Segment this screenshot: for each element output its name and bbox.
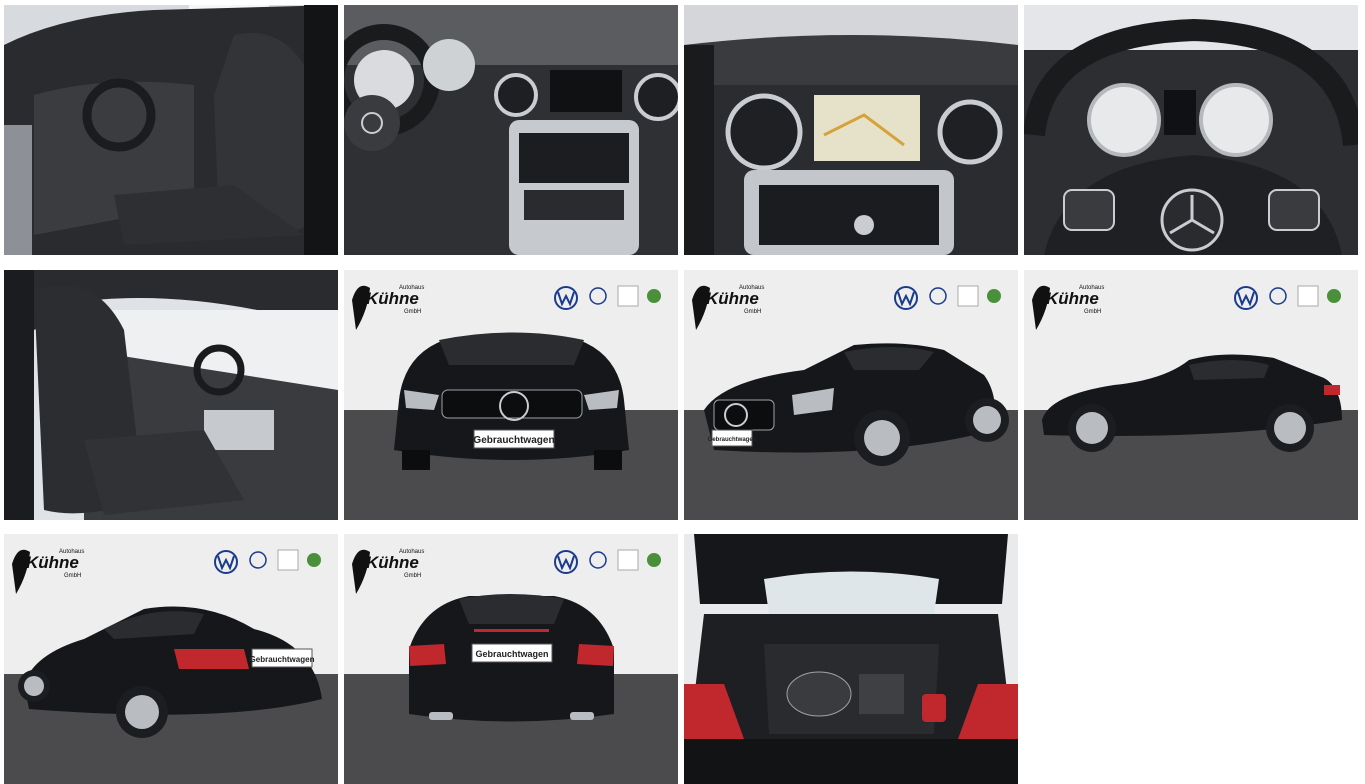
svg-text:Kühne: Kühne [366, 289, 419, 308]
svg-text:Autohaus: Autohaus [59, 549, 84, 555]
photo-tile-dashboard[interactable] [344, 5, 678, 255]
svg-text:Autohaus: Autohaus [739, 285, 764, 291]
photo-tile-exterior-rear[interactable]: Kühne Autohaus GmbH Gebrauchtwagen [344, 534, 678, 784]
svg-text:Autohaus: Autohaus [399, 549, 424, 555]
license-plate-text: Gebrauchtwagen [475, 649, 548, 659]
exterior-side-photo: Kühne Autohaus GmbH [1024, 270, 1358, 520]
photo-gallery-grid: Kühne Autohaus GmbH Gebrauchtwagen Kühne… [0, 0, 1365, 784]
svg-text:Autohaus: Autohaus [1079, 285, 1104, 291]
exterior-rear-three-quarter-photo: Kühne Autohaus GmbH Gebrauchtwagen [4, 534, 338, 784]
photo-tile-exterior-rear-three-quarter[interactable]: Kühne Autohaus GmbH Gebrauchtwagen [4, 534, 338, 784]
svg-text:GmbH: GmbH [64, 573, 81, 579]
trunk-open-photo [684, 534, 1018, 784]
instrument-cluster-photo [1024, 5, 1358, 255]
exterior-rear-photo: Kühne Autohaus GmbH Gebrauchtwagen [344, 534, 678, 784]
svg-text:GmbH: GmbH [744, 309, 761, 315]
license-plate-text: Gebrauchtwagen [473, 435, 554, 446]
svg-text:Kühne: Kühne [366, 553, 419, 572]
exterior-front-three-quarter-photo: Kühne Autohaus GmbH Gebrauchtwagen [684, 270, 1018, 520]
svg-text:Kühne: Kühne [26, 553, 79, 572]
photo-tile-exterior-front[interactable]: Kühne Autohaus GmbH Gebrauchtwagen [344, 270, 678, 520]
photo-tile-exterior-front-three-quarter[interactable]: Kühne Autohaus GmbH Gebrauchtwagen [684, 270, 1018, 520]
license-plate-text: Gebrauchtwagen [250, 655, 315, 664]
interior-passenger-photo [4, 270, 338, 520]
interior-driver-photo [4, 5, 338, 255]
photo-tile-interior-driver[interactable] [4, 5, 338, 255]
svg-text:GmbH: GmbH [1084, 309, 1101, 315]
center-console-photo [684, 5, 1018, 255]
dashboard-photo [344, 5, 678, 255]
svg-text:GmbH: GmbH [404, 309, 421, 315]
photo-tile-instrument-cluster[interactable] [1024, 5, 1358, 255]
svg-text:GmbH: GmbH [404, 573, 421, 579]
svg-text:Autohaus: Autohaus [399, 285, 424, 291]
license-plate-text: Gebrauchtwagen [708, 437, 757, 443]
photo-tile-exterior-side[interactable]: Kühne Autohaus GmbH [1024, 270, 1358, 520]
photo-tile-interior-passenger[interactable] [4, 270, 338, 520]
photo-tile-center-console[interactable] [684, 5, 1018, 255]
svg-text:Kühne: Kühne [1046, 289, 1099, 308]
svg-text:Kühne: Kühne [706, 289, 759, 308]
photo-tile-trunk[interactable] [684, 534, 1018, 784]
exterior-front-photo: Kühne Autohaus GmbH Gebrauchtwagen [344, 270, 678, 520]
